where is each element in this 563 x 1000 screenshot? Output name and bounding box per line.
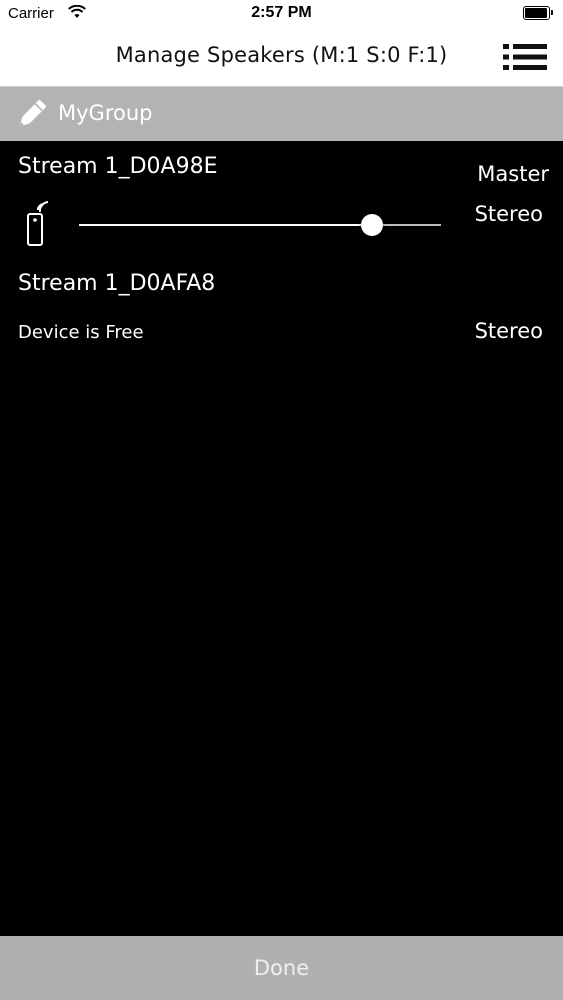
status-bar: Carrier 2:57 PM [0,0,563,30]
speaker-mode: Stereo [474,202,543,226]
page-title: Manage Speakers (M:1 S:0 F:1) [115,43,448,67]
clock: 2:57 PM [251,4,312,21]
speaker-role: Master [477,162,549,186]
volume-slider[interactable] [79,208,441,242]
speaker-name: Stream 1_D0AFA8 [18,271,216,296]
pencil-icon[interactable] [13,97,49,133]
nav-bar: Manage Speakers (M:1 S:0 F:1) [0,30,563,87]
volume-track-filled [79,224,373,226]
done-label: Done [253,956,310,980]
remote-control-icon [27,201,49,246]
group-header[interactable]: MyGroup [0,87,563,141]
battery-icon [523,6,553,20]
done-button[interactable]: Done [0,936,563,1000]
volume-thumb[interactable] [361,214,384,236]
speaker-mode: Stereo [474,319,543,343]
list-menu-icon[interactable] [503,43,547,71]
device-status: Device is Free [18,322,144,343]
speaker-name: Stream 1_D0A98E [18,154,218,179]
group-name: MyGroup [58,101,153,125]
